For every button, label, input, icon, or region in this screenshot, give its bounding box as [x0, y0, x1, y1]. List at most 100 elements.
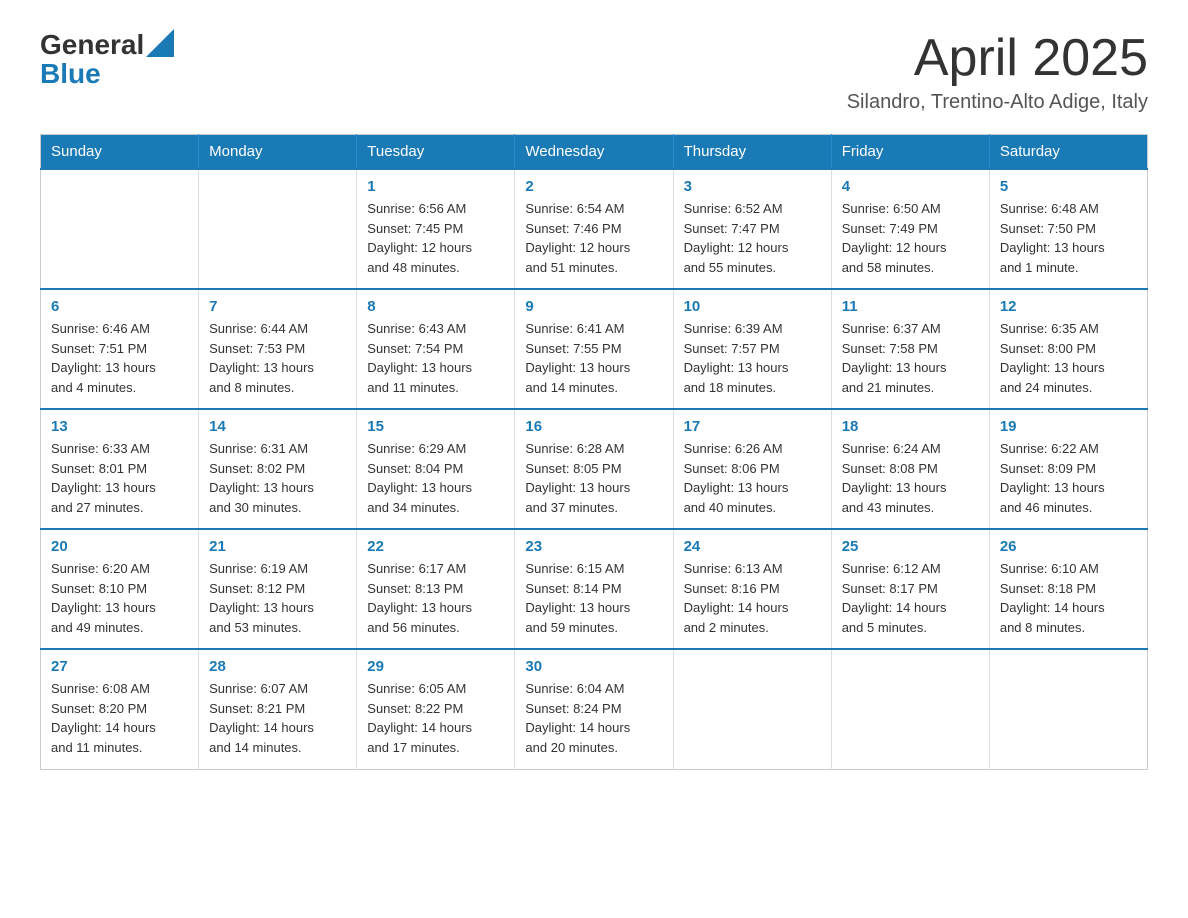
day-info: Sunrise: 6:44 AMSunset: 7:53 PMDaylight:… — [209, 319, 346, 397]
day-number: 8 — [367, 298, 504, 315]
day-cell: 30 Sunrise: 6:04 AMSunset: 8:24 PMDayligh… — [515, 649, 673, 769]
day-cell: 1 Sunrise: 6:56 AMSunset: 7:45 PMDaylight… — [357, 169, 515, 289]
day-cell: 20Sunrise: 6:20 AMSunset: 8:10 PMDayligh… — [41, 529, 199, 649]
day-info: Sunrise: 6:41 AMSunset: 7:55 PMDaylight:… — [525, 319, 662, 397]
day-cell: 26Sunrise: 6:10 AMSunset: 8:18 PMDayligh… — [989, 529, 1147, 649]
day-info: Sunrise: 6:56 AMSunset: 7:45 PMDaylight:… — [367, 199, 504, 277]
day-number: 2 — [525, 178, 662, 195]
day-number: 14 — [209, 418, 346, 435]
day-number: 10 — [684, 298, 821, 315]
day-cell: 11 Sunrise: 6:37 AMSunset: 7:58 PMDayligh… — [831, 289, 989, 409]
logo-blue: Blue — [40, 59, 174, 90]
day-number: 19 — [1000, 418, 1137, 435]
calendar-table: SundayMondayTuesdayWednesdayThursdayFrid… — [40, 134, 1148, 770]
header-row: SundayMondayTuesdayWednesdayThursdayFrid… — [41, 135, 1148, 170]
day-number: 13 — [51, 418, 188, 435]
day-info: Sunrise: 6:37 AMSunset: 7:58 PMDaylight:… — [842, 319, 979, 397]
subtitle: Silandro, Trentino-Alto Adige, Italy — [847, 91, 1148, 114]
header-cell-sunday: Sunday — [41, 135, 199, 170]
day-cell: 14 Sunrise: 6:31 AMSunset: 8:02 PMDayligh… — [199, 409, 357, 529]
day-info: Sunrise: 6:12 AMSunset: 8:17 PMDaylight:… — [842, 559, 979, 637]
day-info: Sunrise: 6:33 AMSunset: 8:01 PMDaylight:… — [51, 439, 188, 517]
day-cell: 2 Sunrise: 6:54 AMSunset: 7:46 PMDaylight… — [515, 169, 673, 289]
day-number: 23 — [525, 538, 662, 555]
day-cell: 7 Sunrise: 6:44 AMSunset: 7:53 PMDaylight… — [199, 289, 357, 409]
day-cell: 21 Sunrise: 6:19 AMSunset: 8:12 PMDayligh… — [199, 529, 357, 649]
day-cell: 4Sunrise: 6:50 AMSunset: 7:49 PMDaylight… — [831, 169, 989, 289]
day-info: Sunrise: 6:04 AMSunset: 8:24 PMDaylight:… — [525, 679, 662, 757]
day-info: Sunrise: 6:31 AMSunset: 8:02 PMDaylight:… — [209, 439, 346, 517]
day-cell — [989, 649, 1147, 769]
day-number: 20 — [51, 538, 188, 555]
day-number: 7 — [209, 298, 346, 315]
day-info: Sunrise: 6:24 AMSunset: 8:08 PMDaylight:… — [842, 439, 979, 517]
day-info: Sunrise: 6:13 AMSunset: 8:16 PMDaylight:… — [684, 559, 821, 637]
day-number: 24 — [684, 538, 821, 555]
day-number: 30 — [525, 658, 662, 675]
day-number: 12 — [1000, 298, 1137, 315]
day-info: Sunrise: 6:50 AMSunset: 7:49 PMDaylight:… — [842, 199, 979, 277]
day-cell: 12 Sunrise: 6:35 AMSunset: 8:00 PMDayligh… — [989, 289, 1147, 409]
day-info: Sunrise: 6:10 AMSunset: 8:18 PMDaylight:… — [1000, 559, 1137, 637]
day-info: Sunrise: 6:48 AMSunset: 7:50 PMDaylight:… — [1000, 199, 1137, 277]
day-info: Sunrise: 6:07 AMSunset: 8:21 PMDaylight:… — [209, 679, 346, 757]
day-cell: 13 Sunrise: 6:33 AMSunset: 8:01 PMDayligh… — [41, 409, 199, 529]
day-number: 25 — [842, 538, 979, 555]
day-cell: 8 Sunrise: 6:43 AMSunset: 7:54 PMDaylight… — [357, 289, 515, 409]
week-row-2: 13 Sunrise: 6:33 AMSunset: 8:01 PMDayligh… — [41, 409, 1148, 529]
day-info: Sunrise: 6:52 AMSunset: 7:47 PMDaylight:… — [684, 199, 821, 277]
day-info: Sunrise: 6:05 AMSunset: 8:22 PMDaylight:… — [367, 679, 504, 757]
day-cell: 25 Sunrise: 6:12 AMSunset: 8:17 PMDayligh… — [831, 529, 989, 649]
day-number: 16 — [525, 418, 662, 435]
day-number: 21 — [209, 538, 346, 555]
day-number: 6 — [51, 298, 188, 315]
day-cell: 6 Sunrise: 6:46 AMSunset: 7:51 PMDaylight… — [41, 289, 199, 409]
day-cell — [831, 649, 989, 769]
day-cell: 15Sunrise: 6:29 AMSunset: 8:04 PMDayligh… — [357, 409, 515, 529]
day-cell: 28 Sunrise: 6:07 AMSunset: 8:21 PMDayligh… — [199, 649, 357, 769]
day-cell: 22 Sunrise: 6:17 AMSunset: 8:13 PMDayligh… — [357, 529, 515, 649]
day-number: 11 — [842, 298, 979, 315]
day-info: Sunrise: 6:22 AMSunset: 8:09 PMDaylight:… — [1000, 439, 1137, 517]
week-row-1: 6 Sunrise: 6:46 AMSunset: 7:51 PMDaylight… — [41, 289, 1148, 409]
day-info: Sunrise: 6:19 AMSunset: 8:12 PMDaylight:… — [209, 559, 346, 637]
day-info: Sunrise: 6:26 AMSunset: 8:06 PMDaylight:… — [684, 439, 821, 517]
day-cell: 3Sunrise: 6:52 AMSunset: 7:47 PMDaylight… — [673, 169, 831, 289]
day-info: Sunrise: 6:43 AMSunset: 7:54 PMDaylight:… — [367, 319, 504, 397]
day-cell: 19 Sunrise: 6:22 AMSunset: 8:09 PMDayligh… — [989, 409, 1147, 529]
day-number: 1 — [367, 178, 504, 195]
header-cell-friday: Friday — [831, 135, 989, 170]
day-cell: 5Sunrise: 6:48 AMSunset: 7:50 PMDaylight… — [989, 169, 1147, 289]
header-cell-tuesday: Tuesday — [357, 135, 515, 170]
day-info: Sunrise: 6:15 AMSunset: 8:14 PMDaylight:… — [525, 559, 662, 637]
day-cell: 27Sunrise: 6:08 AMSunset: 8:20 PMDayligh… — [41, 649, 199, 769]
logo: General Blue — [40, 30, 174, 90]
day-cell: 9 Sunrise: 6:41 AMSunset: 7:55 PMDaylight… — [515, 289, 673, 409]
page-header: General Blue April 2025 Silandro, Trenti… — [40, 30, 1148, 114]
week-row-0: 1 Sunrise: 6:56 AMSunset: 7:45 PMDaylight… — [41, 169, 1148, 289]
day-cell: 16Sunrise: 6:28 AMSunset: 8:05 PMDayligh… — [515, 409, 673, 529]
day-info: Sunrise: 6:46 AMSunset: 7:51 PMDaylight:… — [51, 319, 188, 397]
day-cell — [41, 169, 199, 289]
day-cell — [199, 169, 357, 289]
header-cell-saturday: Saturday — [989, 135, 1147, 170]
day-cell: 23 Sunrise: 6:15 AMSunset: 8:14 PMDayligh… — [515, 529, 673, 649]
calendar-header: SundayMondayTuesdayWednesdayThursdayFrid… — [41, 135, 1148, 170]
day-cell: 10Sunrise: 6:39 AMSunset: 7:57 PMDayligh… — [673, 289, 831, 409]
day-info: Sunrise: 6:17 AMSunset: 8:13 PMDaylight:… — [367, 559, 504, 637]
day-number: 15 — [367, 418, 504, 435]
day-number: 22 — [367, 538, 504, 555]
day-number: 28 — [209, 658, 346, 675]
day-info: Sunrise: 6:08 AMSunset: 8:20 PMDaylight:… — [51, 679, 188, 757]
day-cell: 24 Sunrise: 6:13 AMSunset: 8:16 PMDayligh… — [673, 529, 831, 649]
day-info: Sunrise: 6:35 AMSunset: 8:00 PMDaylight:… — [1000, 319, 1137, 397]
calendar-body: 1 Sunrise: 6:56 AMSunset: 7:45 PMDaylight… — [41, 169, 1148, 769]
week-row-4: 27Sunrise: 6:08 AMSunset: 8:20 PMDayligh… — [41, 649, 1148, 769]
day-info: Sunrise: 6:54 AMSunset: 7:46 PMDaylight:… — [525, 199, 662, 277]
header-cell-monday: Monday — [199, 135, 357, 170]
logo-general: General — [40, 30, 144, 61]
week-row-3: 20Sunrise: 6:20 AMSunset: 8:10 PMDayligh… — [41, 529, 1148, 649]
day-number: 9 — [525, 298, 662, 315]
day-number: 29 — [367, 658, 504, 675]
month-title: April 2025 — [847, 30, 1148, 87]
